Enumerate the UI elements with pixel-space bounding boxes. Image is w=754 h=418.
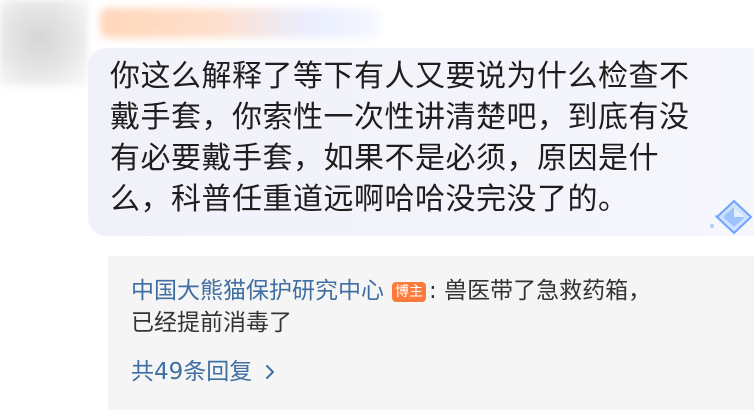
reply-author[interactable]: 中国大熊猫保护研究中心 — [131, 278, 384, 304]
chevron-right-icon — [266, 365, 275, 379]
username-blurred[interactable] — [100, 8, 380, 38]
comment-text: 你这么解释了等下有人又要说为什么检查不 戴手套，你索性一次性讲清楚吧，到底有没 … — [110, 59, 690, 217]
avatar[interactable] — [0, 0, 88, 86]
view-replies-link[interactable]: 共49条回复 — [131, 357, 276, 387]
reply-first-line: 中国大熊猫保护研究中心 博主: 兽医带了急救药箱， — [131, 276, 651, 306]
view-replies-label: 共49条回复 — [131, 359, 253, 385]
reply-text-1: 兽医带了急救药箱， — [444, 278, 652, 304]
reply-separator: : — [429, 278, 437, 304]
reply-second-line: 已经提前消毒了 — [131, 310, 292, 336]
diamond-badge-icon — [706, 196, 754, 238]
op-badge: 博主 — [392, 282, 426, 302]
